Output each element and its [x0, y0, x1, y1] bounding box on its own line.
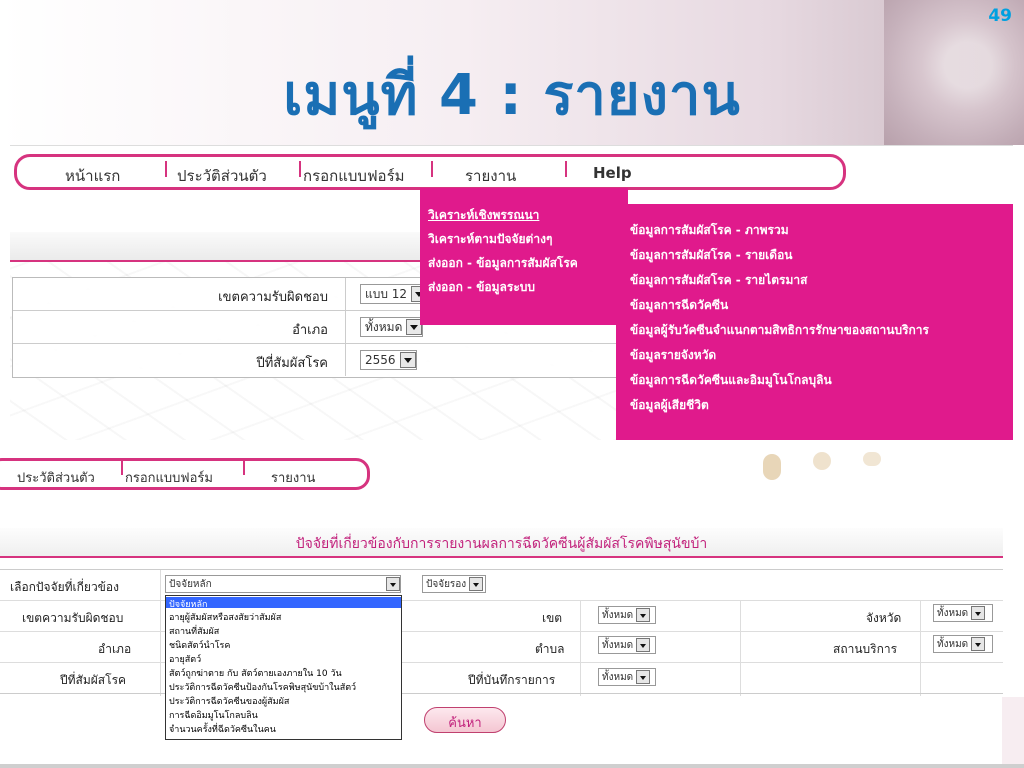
- table-row: อำเภอ ตำบล ทั้งหมด สถานบริการ ทั้งหมด: [0, 632, 1003, 663]
- table-row: เลือกปัจจัยที่เกี่ยวข้อง ปัจจัยหลัก ปัจจ…: [0, 570, 1003, 601]
- dropdown-arrow-icon: [636, 608, 651, 622]
- report-dropdown-menu: วิเคราะห์เชิงพรรณนา วิเคราะห์ตามปัจจัยต่…: [420, 188, 628, 325]
- select-value: ทั้งหมด: [602, 609, 634, 621]
- menu-export-system[interactable]: ส่งออก - ข้อมูลระบบ: [428, 278, 535, 297]
- dropdown-arrow-icon: [971, 606, 986, 620]
- decorative-edge: [1002, 697, 1024, 768]
- main-factor-select[interactable]: ปัจจัยหลัก: [165, 575, 401, 593]
- submenu-item[interactable]: ข้อมูลการฉีดวัคซีนและอิมมูโนโกลบุลิน: [630, 371, 832, 390]
- district-select[interactable]: ทั้งหมด: [360, 317, 424, 337]
- factor-filter-table: เลือกปัจจัยที่เกี่ยวข้อง ปัจจัยหลัก ปัจจ…: [0, 569, 1003, 696]
- zone-label: เขต: [542, 611, 563, 625]
- nav-profile[interactable]: ประวัติส่วนตัว: [17, 467, 95, 488]
- table-row: เขตความรับผิดชอบ เขต ทั้งหมด จังหวัด ทั้…: [0, 601, 1003, 632]
- main-nav-bar: หน้าแรก ประวัติส่วนตัว กรอกแบบฟอร์ม รายง…: [14, 154, 846, 190]
- year-select[interactable]: 2556: [360, 350, 417, 370]
- factor-option[interactable]: การฉีดอิมมูโนโกลบลิน: [169, 708, 258, 722]
- nav-report[interactable]: รายงาน: [465, 164, 516, 188]
- paw-shape: [813, 452, 831, 470]
- submenu-item[interactable]: ข้อมูลการสัมผัสโรค - รายเดือน: [630, 246, 793, 265]
- factor-option[interactable]: อายุสัตว์: [169, 652, 201, 666]
- nav-form[interactable]: กรอกแบบฟอร์ม: [303, 164, 405, 188]
- nav-report[interactable]: รายงาน: [271, 467, 315, 488]
- select-factor-label: เลือกปัจจัยที่เกี่ยวข้อง: [10, 580, 119, 594]
- select-value: ทั้งหมด: [365, 319, 403, 334]
- submenu-item[interactable]: ข้อมูลการสัมผัสโรค - รายไตรมาส: [630, 271, 807, 290]
- menu-descriptive-analysis[interactable]: วิเคราะห์เชิงพรรณนา: [428, 206, 539, 225]
- paw-shape: [863, 452, 881, 466]
- submenu-item[interactable]: ข้อมูลรายจังหวัด: [630, 346, 716, 365]
- select-value: ปัจจัยรอง: [426, 578, 467, 590]
- select-value: แบบ 12: [365, 286, 408, 301]
- filter-label: เขตความรับผิดชอบ: [218, 290, 328, 305]
- exposure-year-label: ปีที่สัมผัสโรค: [60, 673, 127, 687]
- report-menu-screenshot: หน้าแรก ประวัติส่วนตัว กรอกแบบฟอร์ม รายง…: [10, 145, 1013, 440]
- dropdown-arrow-icon: [386, 577, 400, 591]
- dropdown-arrow-icon: [636, 670, 651, 684]
- factor-option[interactable]: ประวัติการฉีดวัคซีนป้องกันโรคพิษสุนัขบ้า…: [169, 680, 356, 694]
- slide-number: 49: [988, 6, 1012, 26]
- form-title: ปัจจัยที่เกี่ยวข้องกับการรายงานผลการฉีดว…: [0, 528, 1003, 558]
- nav-separator: [565, 161, 567, 177]
- filter-label: ปีที่สัมผัสโรค: [256, 356, 328, 371]
- service-unit-label: สถานบริการ: [833, 642, 898, 656]
- subdistrict-label: ตำบล: [535, 642, 565, 656]
- dropdown-arrow-icon: [399, 352, 416, 368]
- nav-separator: [243, 461, 245, 475]
- submenu-item[interactable]: ข้อมูลผู้รับวัคซีนจำแนกตามสิทธิการรักษาข…: [630, 321, 929, 340]
- factor-options-list: ปัจจัยหลัก อายุผู้สัมผัสหรือสงสัยว่าสัมผ…: [165, 595, 402, 740]
- select-value: ทั้งหมด: [602, 639, 634, 651]
- nav-form[interactable]: กรอกแบบฟอร์ม: [125, 467, 213, 488]
- slide-title: เมนูที่ 4 : รายงาน: [283, 63, 741, 128]
- service-unit-select[interactable]: ทั้งหมด: [933, 635, 993, 653]
- submenu-item[interactable]: ข้อมูลการฉีดวัคซีน: [630, 296, 728, 315]
- paw-shape: [763, 454, 781, 480]
- factor-option[interactable]: สถานที่สัมผัส: [169, 624, 219, 638]
- nav-separator: [431, 161, 433, 177]
- nav-profile[interactable]: ประวัติส่วนตัว: [177, 164, 267, 188]
- dog-paws-image: [755, 452, 895, 488]
- nav-separator: [165, 161, 167, 177]
- record-year-label: ปีที่บันทึกรายการ: [468, 673, 556, 687]
- factor-analysis-screenshot: ปัจจัยที่เกี่ยวข้องกับการรายงานผลการฉีดว…: [0, 525, 1003, 768]
- factor-option[interactable]: อายุผู้สัมผัสหรือสงสัยว่าสัมผัส: [169, 610, 281, 624]
- select-value: ทั้งหมด: [602, 671, 634, 683]
- filter-label: อำเภอ: [292, 323, 328, 338]
- secondary-nav-bar: ประวัติส่วนตัว กรอกแบบฟอร์ม รายงาน: [0, 458, 370, 490]
- factor-option-selected[interactable]: ปัจจัยหลัก: [166, 597, 401, 610]
- submenu-item[interactable]: ข้อมูลการสัมผัสโรค - ภาพรวม: [630, 221, 789, 240]
- district-label: อำเภอ: [98, 642, 132, 656]
- factor-option[interactable]: จำนวนครั้งที่ฉีดวัคซีนในคน: [169, 722, 276, 736]
- responsibility-label: เขตความรับผิดชอบ: [22, 611, 124, 625]
- nav-home[interactable]: หน้าแรก: [65, 164, 120, 188]
- province-select[interactable]: ทั้งหมด: [933, 604, 993, 622]
- select-value: ทั้งหมด: [937, 638, 969, 650]
- filter-row-year: ปีที่สัมผัสโรค 2556: [13, 344, 663, 377]
- nav-separator: [299, 161, 301, 177]
- nav-separator: [121, 461, 123, 475]
- submenu-item[interactable]: ข้อมูลผู้เสียชีวิต: [630, 396, 709, 415]
- menu-export-exposure[interactable]: ส่งออก - ข้อมูลการสัมผัสโรค: [428, 254, 578, 273]
- dropdown-arrow-icon: [971, 637, 986, 651]
- select-value: ทั้งหมด: [937, 607, 969, 619]
- menu-factor-analysis[interactable]: วิเคราะห์ตามปัจจัยต่างๆ: [428, 230, 552, 249]
- search-button[interactable]: ค้นหา: [424, 707, 506, 733]
- dropdown-arrow-icon: [469, 577, 484, 591]
- export-submenu: ข้อมูลการสัมผัสโรค - ภาพรวม ข้อมูลการสัม…: [616, 204, 1013, 440]
- factor-option[interactable]: ประวัติการฉีดวัคซีนของผู้สัมผัส: [169, 694, 289, 708]
- factor-option[interactable]: สัตว์ถูกฆ่าตาย กับ สัตว์ตายเองภายใน 10 ว…: [169, 666, 342, 680]
- table-row: ปีที่สัมผัสโรค ปีที่บันทึกรายการ ทั้งหมด: [0, 663, 1003, 694]
- factor-option[interactable]: ชนิดสัตว์นำโรค: [169, 638, 230, 652]
- responsibility-select[interactable]: แบบ 12: [360, 284, 429, 304]
- dropdown-arrow-icon: [636, 638, 651, 652]
- select-value: ปัจจัยหลัก: [169, 578, 212, 590]
- nav-help[interactable]: Help: [593, 164, 632, 182]
- record-year-select[interactable]: ทั้งหมด: [598, 668, 656, 686]
- sub-factor-select[interactable]: ปัจจัยรอง: [422, 575, 486, 593]
- subdistrict-select[interactable]: ทั้งหมด: [598, 636, 656, 654]
- zone-select[interactable]: ทั้งหมด: [598, 606, 656, 624]
- province-label: จังหวัด: [866, 611, 902, 625]
- select-value: 2556: [365, 353, 396, 367]
- bottom-border: [0, 764, 1024, 768]
